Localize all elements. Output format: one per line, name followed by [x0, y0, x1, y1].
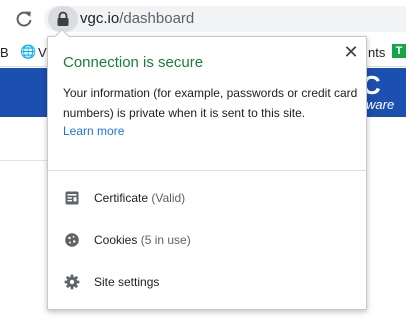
bookmark-item[interactable]: V — [38, 45, 47, 60]
gear-icon — [64, 274, 80, 290]
site-logo-subtext: ware — [366, 97, 395, 112]
bookmark-favicon-icon[interactable]: T — [392, 44, 406, 58]
learn-more-link[interactable]: Learn more — [63, 124, 124, 138]
page-info-popup: Connection is secure ✕ Your information … — [47, 36, 367, 310]
url-text[interactable]: vgc.io/dashboard — [80, 10, 194, 28]
certificate-icon — [65, 191, 79, 205]
popup-divider — [48, 170, 366, 171]
url-host: vgc.io — [80, 10, 120, 27]
globe-icon: 🌐 — [20, 44, 37, 59]
connection-status-title: Connection is secure — [63, 54, 204, 71]
site-settings-label: Site settings — [94, 275, 160, 289]
certificate-row[interactable]: Certificate (Valid) — [48, 180, 366, 216]
connection-description: Your information (for example, passwords… — [63, 86, 358, 120]
url-path: /dashboard — [119, 10, 195, 27]
reload-icon[interactable] — [14, 9, 34, 29]
cookies-label: Cookies (5 in use) — [94, 233, 191, 247]
bookmark-item[interactable]: B — [0, 45, 9, 60]
bookmark-item[interactable]: nts — [368, 45, 385, 60]
close-button[interactable]: ✕ — [342, 43, 360, 61]
certificate-label: Certificate (Valid) — [94, 191, 186, 205]
lock-icon — [57, 11, 69, 26]
cookie-icon — [65, 233, 79, 247]
site-settings-row[interactable]: Site settings — [48, 264, 366, 300]
cookies-row[interactable]: Cookies (5 in use) — [48, 222, 366, 258]
